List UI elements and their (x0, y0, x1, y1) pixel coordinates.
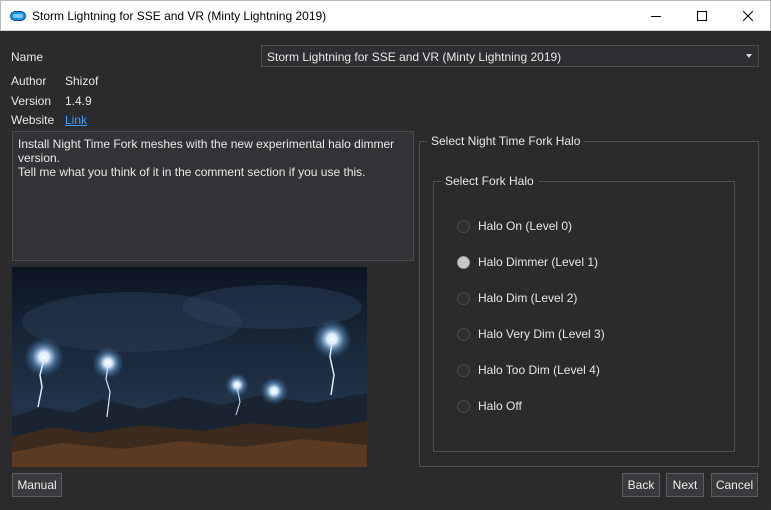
radio-halo-very-dim[interactable]: Halo Very Dim (Level 3) (457, 326, 605, 342)
radio-label: Halo On (Level 0) (478, 219, 573, 233)
radio-label: Halo Dim (Level 2) (478, 291, 578, 305)
installer-content: Name Storm Lightning for SSE and VR (Min… (1, 31, 770, 509)
website-link[interactable]: Link (65, 113, 87, 127)
name-dropdown[interactable]: Storm Lightning for SSE and VR (Minty Li… (261, 45, 759, 67)
radio-label: Halo Off (478, 399, 522, 413)
maximize-icon (697, 11, 707, 21)
title-bar: Storm Lightning for SSE and VR (Minty Li… (0, 0, 771, 31)
radio-halo-too-dim[interactable]: Halo Too Dim (Level 4) (457, 362, 600, 378)
version-label: Version (11, 94, 52, 108)
radio-button[interactable] (457, 255, 470, 269)
window-title: Storm Lightning for SSE and VR (Minty Li… (32, 9, 327, 23)
description-text: Install Night Time Fork meshes with the … (18, 137, 395, 179)
minimize-icon (651, 16, 661, 17)
radio-button[interactable] (457, 363, 470, 377)
radio-label: Halo Very Dim (Level 3) (478, 327, 605, 341)
back-button[interactable]: Back (622, 473, 660, 497)
author-value: Shizof (65, 74, 99, 88)
preview-image (12, 267, 367, 467)
radio-label: Halo Dimmer (Level 1) (478, 255, 599, 269)
website-label: Website (11, 113, 55, 127)
app-icon (10, 11, 26, 21)
chevron-down-icon (746, 54, 752, 58)
minimize-button[interactable] (633, 1, 679, 31)
radio-halo-off[interactable]: Halo Off (457, 398, 522, 414)
radio-halo-dim[interactable]: Halo Dim (Level 2) (457, 290, 577, 306)
radio-label: Halo Too Dim (Level 4) (478, 363, 600, 377)
next-button[interactable]: Next (666, 473, 704, 497)
maximize-button[interactable] (679, 1, 725, 31)
version-value: 1.4.9 (65, 94, 92, 108)
author-label: Author (11, 74, 47, 88)
step-group-title: Select Night Time Fork Halo (427, 134, 585, 148)
radio-button[interactable] (457, 399, 470, 413)
option-group-title: Select Fork Halo (441, 174, 538, 188)
radio-button[interactable] (457, 327, 470, 341)
close-icon (743, 11, 753, 21)
manual-button[interactable]: Manual (12, 473, 62, 497)
name-dropdown-value: Storm Lightning for SSE and VR (Minty Li… (267, 50, 562, 64)
name-label: Name (11, 50, 44, 64)
radio-button[interactable] (457, 219, 470, 233)
cancel-button[interactable]: Cancel (711, 473, 758, 497)
radio-halo-dimmer[interactable]: Halo Dimmer (Level 1) (457, 254, 598, 270)
radio-halo-on[interactable]: Halo On (Level 0) (457, 218, 572, 234)
radio-button[interactable] (457, 291, 470, 305)
description-box[interactable]: Install Night Time Fork meshes with the … (12, 131, 414, 261)
close-button[interactable] (725, 1, 771, 31)
